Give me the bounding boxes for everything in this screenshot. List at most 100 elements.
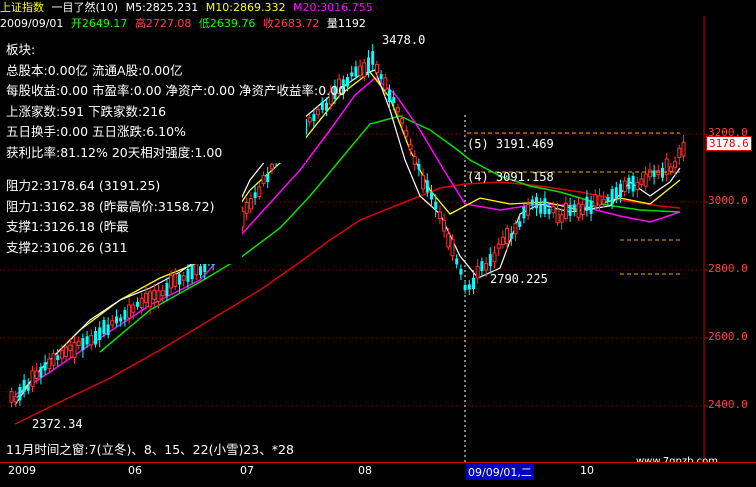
candle-body xyxy=(30,370,35,387)
bottom-status-strip xyxy=(0,478,756,487)
candle-body xyxy=(404,130,409,137)
candle-body xyxy=(593,194,598,207)
current-price-tag: 3178.6 xyxy=(706,136,752,151)
candle-body xyxy=(244,201,249,214)
candle-body xyxy=(505,227,510,244)
support-1: 支撑1:3126.18 (昨最 xyxy=(6,219,129,234)
candle-body xyxy=(635,181,640,191)
candle-body xyxy=(115,316,118,324)
candle-body xyxy=(459,268,463,275)
candle-body xyxy=(13,396,18,403)
candle-body xyxy=(190,265,194,280)
info-row: 获利比率:81.12% 20天相对强度:1.00 xyxy=(6,144,223,160)
price-gridlines xyxy=(0,133,704,407)
candle-body xyxy=(350,72,354,77)
y-tick-label: 2400.0 xyxy=(708,398,748,411)
candle-body xyxy=(555,208,560,224)
candle-body xyxy=(580,203,585,215)
candle-body xyxy=(85,336,89,345)
candle-body xyxy=(500,236,505,245)
candle-body xyxy=(143,292,148,303)
date-label: 08 xyxy=(358,464,372,477)
candle-body xyxy=(475,265,480,279)
candle-body xyxy=(412,156,417,165)
candle-body xyxy=(585,196,589,211)
candle-body xyxy=(455,258,459,265)
candle-body xyxy=(320,101,324,110)
fib-level-4: (4) 3091.158 xyxy=(467,170,554,184)
candle-body xyxy=(173,273,178,287)
candle-body xyxy=(530,199,534,205)
candle-body xyxy=(165,283,169,297)
candle-body xyxy=(18,387,22,401)
candle-body xyxy=(64,346,69,357)
candle-body xyxy=(51,352,56,366)
candle-body xyxy=(543,198,547,214)
candle-body xyxy=(472,277,475,290)
candle-body xyxy=(388,89,391,103)
candle-body xyxy=(400,118,405,124)
y-tick-label: 3000.0 xyxy=(708,194,748,207)
ma5-value: M5:2825.231 xyxy=(125,1,199,14)
candle-body xyxy=(606,197,610,202)
candle-body xyxy=(547,208,551,215)
candle-body xyxy=(136,301,139,307)
candle-body xyxy=(551,206,556,214)
candle-body xyxy=(56,355,60,361)
view-mode: 一目了然(10) xyxy=(51,1,119,14)
candle-body xyxy=(614,187,618,199)
volume-value: 量1192 xyxy=(326,17,366,30)
candle-body xyxy=(492,252,497,263)
candle-body xyxy=(446,233,451,248)
candle-body xyxy=(522,206,526,219)
candle-body xyxy=(652,170,656,177)
candle-body xyxy=(261,174,266,185)
y-tick-label: 2800.0 xyxy=(708,262,748,275)
candle-body xyxy=(417,164,421,170)
candle-body xyxy=(467,284,471,290)
candle-body xyxy=(160,290,165,297)
candle-body xyxy=(559,214,564,223)
candle-body xyxy=(509,233,513,239)
info-row: 总股本:0.00亿 流通A股:0.00亿 xyxy=(6,62,183,78)
candle-body xyxy=(39,366,43,378)
candle-body xyxy=(639,178,644,185)
candle-body xyxy=(98,327,102,340)
candle-body xyxy=(194,263,199,276)
candle-body xyxy=(383,77,388,90)
date-label: 07 xyxy=(240,464,254,477)
candle-body xyxy=(186,268,190,282)
stock-info-panel: 板块: 总股本:0.00亿 流通A股:0.00亿 每股收益:0.00 市盈率:0… xyxy=(0,40,346,163)
candle-body xyxy=(106,324,110,335)
ma10-value: M10:2869.332 xyxy=(205,1,286,14)
candle-body xyxy=(248,198,253,210)
time-window-note: 11月时间之窗:7(立冬)、8、15、22(小雪)23、*28 xyxy=(6,442,294,457)
candle-body xyxy=(81,337,85,351)
candle-body xyxy=(661,167,664,178)
candle-body xyxy=(358,65,363,76)
candle-body xyxy=(325,102,328,111)
open-value: 开2649.17 xyxy=(70,17,128,30)
candle-body xyxy=(434,201,438,210)
candle-body xyxy=(139,297,144,309)
candle-body xyxy=(484,263,489,271)
info-row: 五日换手:0.00 五日涨跌:6.10% xyxy=(6,124,186,139)
candle-body xyxy=(589,200,593,214)
candle-body xyxy=(392,97,396,103)
candle-body xyxy=(253,192,257,199)
resistance-1: 阻力1:3162.38 (昨最高价:3158.72) xyxy=(6,198,215,214)
trough-label: 2790.225 xyxy=(490,272,548,286)
candle-body xyxy=(601,198,606,205)
candle-body xyxy=(437,211,442,219)
candle-body xyxy=(257,186,262,197)
candle-body xyxy=(677,147,682,158)
candle-body xyxy=(442,219,447,232)
candle-body xyxy=(421,175,426,190)
date-axis[interactable]: 2009 06 07 08 09/09/01,二 10 xyxy=(0,462,756,480)
candle-body xyxy=(34,370,39,379)
candle-body xyxy=(576,203,581,218)
candle-body xyxy=(312,114,316,122)
candle-body xyxy=(539,204,543,214)
candle-body xyxy=(59,349,64,359)
candle-body xyxy=(463,284,467,291)
